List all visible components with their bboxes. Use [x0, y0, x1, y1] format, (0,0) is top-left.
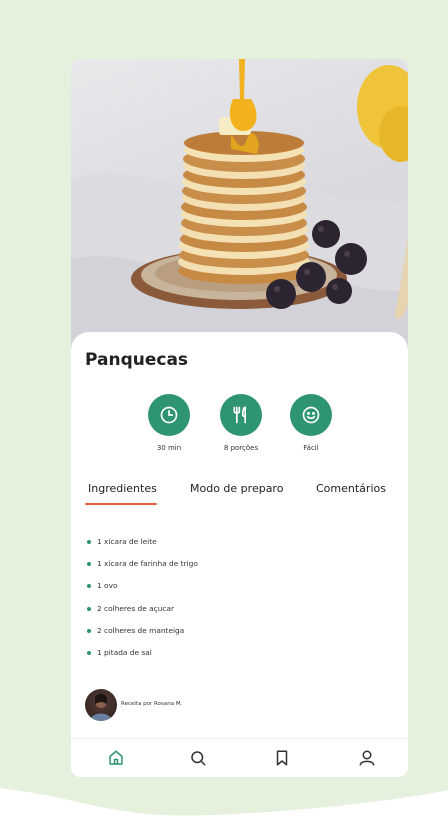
list-item: 1 pitada de sal: [85, 648, 198, 670]
stat-time: 30 min: [129, 394, 209, 452]
recipe-detail-sheet: Panquecas 30 min 8 porções Fácil Ingredi…: [71, 332, 408, 777]
tab-comentarios[interactable]: Comentários: [316, 482, 386, 495]
list-item: 2 colheres de açucar: [85, 604, 198, 626]
utensils-icon: [220, 394, 262, 436]
stat-difficulty-label: Fácil: [303, 444, 319, 452]
list-item: 1 ovo: [85, 581, 198, 603]
list-item: 2 colheres de manteiga: [85, 626, 198, 648]
list-item: 1 xícara de leite: [85, 537, 198, 559]
bottom-navigation: [71, 738, 408, 777]
author-credit: Receita por Rosana M.: [121, 701, 183, 707]
recipe-title: Panquecas: [85, 350, 189, 370]
phone-screen: Panquecas 30 min 8 porções Fácil Ingredi…: [71, 59, 408, 777]
list-item: 1 xícara de farinha de trigo: [85, 559, 198, 581]
recipe-hero-image: [71, 59, 408, 359]
search-icon[interactable]: [187, 747, 209, 769]
recipe-tabs: Ingredientes Modo de preparo Comentários: [71, 482, 408, 508]
smile-icon: [290, 394, 332, 436]
tab-modo-de-preparo[interactable]: Modo de preparo: [190, 482, 283, 495]
active-tab-indicator: [85, 503, 157, 505]
clock-icon: [148, 394, 190, 436]
ingredient-list: 1 xícara de leite 1 xícara de farinha de…: [85, 537, 198, 670]
stat-difficulty: Fácil: [271, 394, 351, 452]
stat-time-label: 30 min: [156, 444, 182, 452]
home-icon[interactable]: [105, 747, 127, 769]
stat-servings: 8 porções: [201, 394, 281, 452]
tab-ingredientes[interactable]: Ingredientes: [88, 482, 157, 495]
stat-servings-label: 8 porções: [223, 444, 259, 452]
user-icon[interactable]: [356, 747, 378, 769]
bookmark-icon[interactable]: [271, 747, 293, 769]
avatar[interactable]: [85, 689, 117, 721]
